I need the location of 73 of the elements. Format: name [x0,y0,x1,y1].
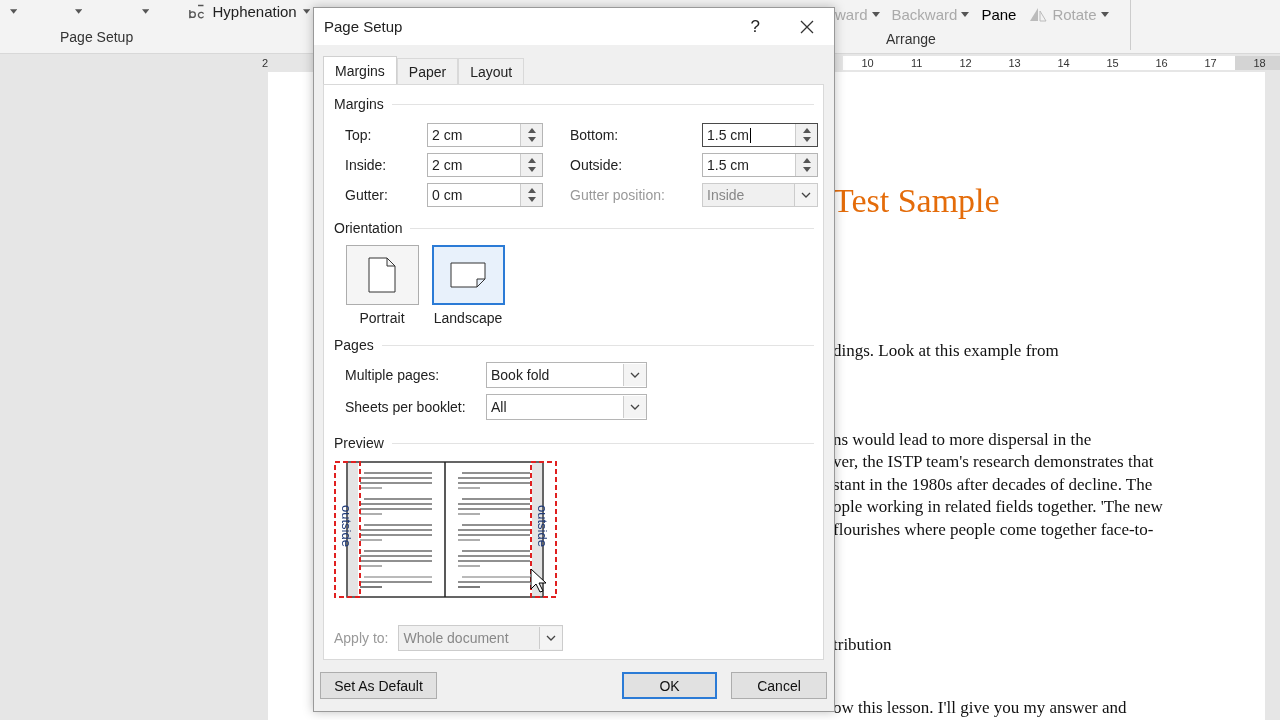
margin-label: outside [535,505,550,547]
ruler-number: 17 [1203,56,1218,70]
field-label: Gutter position: [570,187,666,203]
spin-field[interactable]: 2 cm [427,153,543,177]
ruler-number: 11 [909,56,924,70]
spin-field[interactable]: 1.5 cm [702,153,818,177]
spin-field[interactable]: 2 cm [427,123,543,147]
document-title: Test Sample [833,182,1001,220]
ruler-number: 16 [1154,56,1169,70]
spin-field[interactable]: 0 cm [427,183,543,207]
ruler-number: 12 [958,56,973,70]
field-label: Top: [345,127,373,143]
document-text: ver, the ISTP team's research demonstrates that [833,451,1155,473]
caret-icon [302,8,310,14]
spin-field[interactable]: 1.5 cm [702,123,818,147]
hyphenation-icon [188,2,207,20]
portrait-page-icon [368,257,396,293]
section-heading: Orientation [334,220,403,236]
caret-icon [74,8,83,14]
dialog-title: Page Setup [324,18,404,35]
field-label: Multiple pages: [345,367,441,383]
section-heading: Pages [334,337,374,353]
cursor-icon [530,568,547,593]
chevron-icon [801,192,811,198]
ok-button[interactable]: OK [622,672,717,699]
field-label: Apply to: [334,630,389,646]
document-text: dings. Look at this example from [833,340,1060,362]
ruler-number: 10 [860,56,875,70]
chevron-icon [546,635,557,641]
section-heading: Margins [334,96,384,112]
spin-buttons[interactable] [795,124,817,146]
ruler-number: 15 [1105,56,1120,70]
caret-icon [10,8,18,14]
rotate-icon [1028,6,1049,22]
ruler-number: 2 [262,57,269,69]
chevron-icon [630,404,640,410]
section-heading: Preview [334,435,384,451]
document-text: flourishes where people come together face-to- [833,518,1155,541]
dropdown[interactable]: Book fold [486,362,647,388]
tab[interactable]: Paper [396,58,459,84]
tab[interactable]: Margins [323,56,397,84]
field-label: Gutter: [345,187,389,203]
option-label: Portrait [359,310,405,326]
group-label: Page Setup [60,29,135,45]
landscape-page-icon [450,262,486,288]
close-icon[interactable] [800,19,814,34]
orientation-option[interactable] [345,245,419,305]
ruler-number: 14 [1056,56,1071,70]
field-label: Bottom: [570,127,620,143]
document-text: tribution [833,634,893,656]
ribbon-item[interactable]: Pane [981,5,1017,23]
spin-buttons[interactable] [520,124,542,146]
field-label: Inside: [345,157,388,173]
spin-buttons[interactable] [795,154,817,176]
margin-label: outside [339,505,354,547]
dialog-button[interactable]: Cancel [731,672,827,699]
dialog-button[interactable]: Set As Default [320,672,437,699]
spin-buttons[interactable] [520,184,542,206]
tab[interactable]: Layout [458,58,525,84]
field-label: Outside: [570,157,624,173]
field-label: Sheets per booklet: [345,399,467,415]
caret-icon [141,8,149,14]
orientation-option[interactable] [431,245,505,305]
help-button[interactable]: ? [750,16,760,37]
document-text: stant in the 1980s after decades of decline. The [833,473,1154,496]
hyphenation-button[interactable]: Hyphenation [212,2,297,20]
spin-buttons[interactable] [520,154,542,176]
option-label: Landscape [433,310,503,326]
ruler-number: 13 [1007,56,1022,70]
ruler-number: 18 [1235,56,1280,70]
group-label: Arrange [886,31,937,47]
chevron-icon [630,372,640,378]
dropdown[interactable]: All [486,394,647,420]
